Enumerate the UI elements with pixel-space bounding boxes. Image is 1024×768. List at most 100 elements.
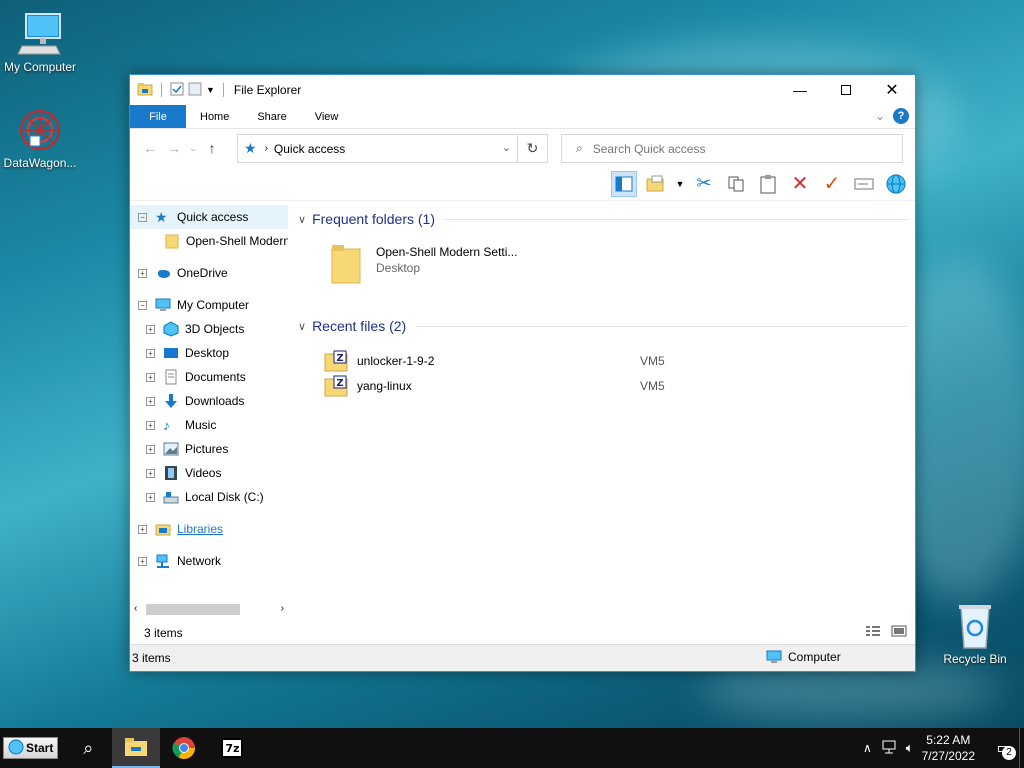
nav-item-label: Open-Shell Modern Settings [186, 234, 288, 248]
help-button[interactable]: ? [893, 108, 909, 124]
zip-archive-icon: Z [324, 350, 348, 372]
nav-item-quick-access[interactable]: − ★ Quick access [130, 205, 288, 229]
address-bar[interactable]: ★ › Quick access ⌄ ↻ [237, 134, 548, 163]
expand-icon[interactable]: + [146, 420, 155, 430]
nav-item-music[interactable]: + ♪ Music [130, 413, 288, 437]
nav-item-libraries[interactable]: + Libraries [130, 517, 288, 541]
recent-locations-button[interactable]: ⌄ [186, 143, 200, 154]
new-folder-button[interactable] [643, 171, 669, 197]
expand-icon[interactable]: + [138, 524, 147, 534]
customize-qat-icon[interactable]: ▼ [206, 85, 215, 95]
expand-icon[interactable]: + [146, 348, 155, 358]
show-hidden-icons-icon[interactable]: ∧ [863, 741, 872, 755]
computer-icon [766, 650, 782, 663]
expand-icon[interactable]: + [146, 492, 155, 502]
nav-item-network[interactable]: + Network [130, 549, 288, 573]
copy-button[interactable] [723, 171, 749, 197]
nav-horizontal-scrollbar[interactable]: ‹ › [130, 601, 288, 618]
forward-button[interactable]: → [162, 140, 186, 156]
properties-icon[interactable] [170, 82, 184, 99]
tab-home[interactable]: Home [186, 105, 243, 128]
nav-item-videos[interactable]: + Videos [130, 461, 288, 485]
clock[interactable]: 5:22 AM 7/27/2022 [922, 732, 975, 764]
up-button[interactable]: ↑ [200, 140, 224, 156]
refresh-button[interactable]: ↻ [517, 135, 547, 162]
file-location: VM5 [640, 354, 665, 368]
desktop-icon-label: DataWagon... [3, 156, 77, 170]
quick-access-toolbar: ▼ [137, 81, 228, 100]
delete-button[interactable]: ✕ [787, 171, 813, 197]
list-item[interactable]: Z yang-linux VM5 [324, 374, 884, 398]
nav-item-pictures[interactable]: + Pictures [130, 437, 288, 461]
start-button[interactable]: Start [3, 737, 59, 759]
address-dropdown-icon[interactable]: ⌄ [502, 141, 511, 154]
details-view-icon[interactable] [865, 625, 881, 640]
svg-text:Z: Z [336, 378, 343, 389]
scissors-icon: ✂ [696, 173, 712, 193]
title-bar[interactable]: ▼ File Explorer — ✕ [130, 75, 915, 105]
expand-icon[interactable]: + [146, 324, 155, 334]
expand-icon[interactable]: + [146, 396, 155, 406]
volume-icon[interactable]: 🔈︎ [906, 740, 914, 756]
nav-item-desktop[interactable]: + Desktop [130, 341, 288, 365]
scroll-left-icon[interactable]: ‹ [134, 603, 137, 614]
nav-item-count: 3 items [144, 626, 183, 640]
nav-item-local-disk[interactable]: + Local Disk (C:) [130, 485, 288, 509]
tab-file[interactable]: File [130, 105, 186, 128]
nav-item-onedrive[interactable]: + OneDrive [130, 261, 288, 285]
desktop-icon-datawagon[interactable]: DataWagon... [0, 106, 80, 170]
nav-item-open-shell[interactable]: Open-Shell Modern Settings [130, 229, 288, 253]
scroll-right-icon[interactable]: › [281, 603, 284, 614]
expand-icon[interactable]: + [138, 556, 147, 566]
desktop-icon-my-computer[interactable]: My Computer [0, 10, 80, 74]
properties-button[interactable]: ✓ [819, 171, 845, 197]
breadcrumb-quick-access[interactable]: Quick access [274, 142, 345, 156]
expand-icon[interactable]: + [146, 468, 155, 478]
expand-ribbon-icon[interactable]: ⌄ [875, 109, 885, 123]
large-icons-view-icon[interactable] [891, 625, 907, 640]
classic-toolbar: ▼ ✂ ✕ ✓ [130, 167, 915, 201]
search-input[interactable]: ⌕ Search Quick access [561, 134, 903, 163]
show-desktop-button[interactable] [1019, 728, 1024, 768]
window-title: File Explorer [233, 83, 302, 97]
navigation-bar: ← → ⌄ ↑ ★ › Quick access ⌄ ↻ ⌕ Search Qu… [130, 129, 915, 167]
taskbar-search-button[interactable]: ⌕ [64, 728, 112, 768]
minimize-button[interactable]: — [777, 75, 823, 105]
nav-item-downloads[interactable]: + Downloads [130, 389, 288, 413]
rename-icon [854, 178, 874, 189]
star-icon: ★ [155, 209, 168, 225]
nav-item-label: Local Disk (C:) [185, 490, 264, 504]
rename-button[interactable] [851, 171, 877, 197]
tab-share[interactable]: Share [243, 105, 300, 128]
collapse-icon[interactable]: − [138, 212, 147, 222]
expand-icon[interactable]: + [146, 372, 155, 382]
collapse-icon[interactable]: − [138, 300, 147, 310]
frequent-folder-item[interactable]: Open-Shell Modern Setti... Desktop [330, 243, 530, 291]
network-tray-icon[interactable] [882, 740, 898, 757]
paste-button[interactable] [755, 171, 781, 197]
taskbar-chrome[interactable] [160, 728, 208, 768]
tab-view[interactable]: View [301, 105, 353, 128]
expand-icon[interactable]: + [146, 444, 155, 454]
expand-icon[interactable]: + [138, 268, 147, 278]
taskbar-7zip[interactable]: 7z [208, 728, 256, 768]
minimize-icon: — [793, 82, 807, 98]
close-button[interactable]: ✕ [869, 75, 915, 105]
nav-item-my-computer[interactable]: − My Computer [130, 293, 288, 317]
nav-item-documents[interactable]: + Documents [130, 365, 288, 389]
new-folder-dropdown[interactable]: ▼ [675, 171, 685, 197]
list-item[interactable]: Z unlocker-1-9-2 VM5 [324, 349, 884, 373]
recent-files-header[interactable]: ∨ Recent files (2) [298, 318, 908, 334]
cut-button[interactable]: ✂ [691, 171, 717, 197]
back-button[interactable]: ← [138, 140, 162, 156]
nav-item-3d-objects[interactable]: + 3D Objects [130, 317, 288, 341]
navigation-pane-button[interactable] [611, 170, 637, 197]
maximize-button[interactable] [823, 75, 869, 105]
taskbar-file-explorer[interactable] [112, 728, 161, 768]
internet-options-button[interactable] [883, 171, 909, 197]
action-center-button[interactable]: ▭ 2 [989, 728, 1019, 768]
desktop-icon-recycle-bin[interactable]: Recycle Bin [935, 602, 1015, 666]
new-folder-icon[interactable] [188, 82, 202, 99]
frequent-folders-header[interactable]: ∨ Frequent folders (1) [298, 211, 908, 227]
scrollbar-thumb[interactable] [146, 604, 240, 615]
